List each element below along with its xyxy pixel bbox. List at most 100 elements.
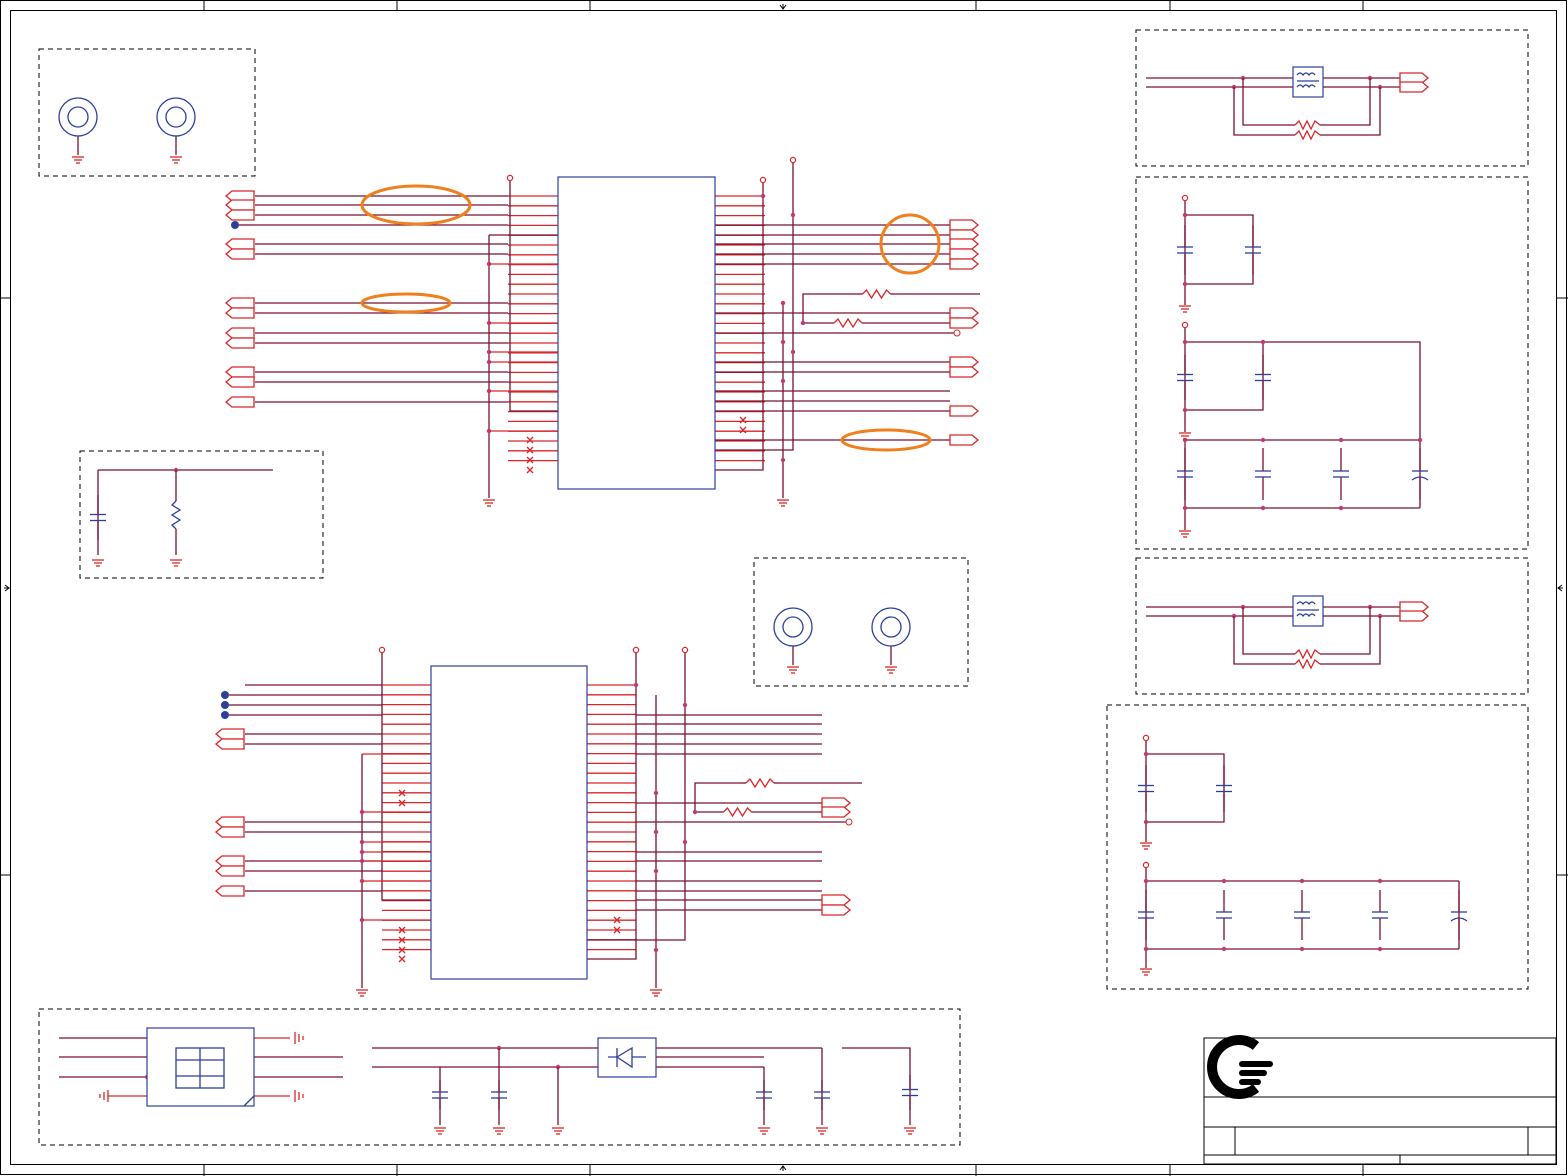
power-port bbox=[632, 646, 640, 654]
wire bbox=[381, 650, 431, 901]
junction-dot bbox=[790, 212, 796, 218]
ground-symbol bbox=[72, 156, 84, 164]
wire bbox=[1242, 78, 1295, 126]
no-connect-mark bbox=[739, 426, 747, 434]
off-page-connector bbox=[224, 209, 255, 221]
power-port bbox=[1142, 734, 1150, 742]
off-page-connector bbox=[224, 376, 255, 388]
capacitor bbox=[1372, 911, 1388, 919]
wire bbox=[1320, 87, 1381, 136]
off-page-connector bbox=[949, 366, 980, 378]
block-mounting-upper bbox=[38, 48, 256, 177]
junction-dot bbox=[1143, 751, 1149, 757]
junction-dot bbox=[682, 839, 688, 845]
junction-dot bbox=[653, 790, 659, 796]
block-decoupling-upper bbox=[1135, 176, 1529, 550]
off-page-connector bbox=[214, 855, 245, 867]
off-page-connector bbox=[214, 865, 245, 877]
junction-dot bbox=[1143, 878, 1149, 884]
test-point bbox=[221, 701, 229, 709]
wire bbox=[842, 1047, 911, 1125]
ground-symbol bbox=[777, 499, 789, 507]
functional-blocks bbox=[38, 29, 1529, 1146]
no-connect-mark bbox=[739, 416, 747, 424]
junction-dot bbox=[1143, 819, 1149, 825]
junction-dot bbox=[653, 829, 659, 835]
chassis-ground bbox=[99, 1090, 109, 1102]
power-port bbox=[1181, 321, 1189, 329]
off-page-connector bbox=[214, 816, 245, 828]
junction-dot bbox=[800, 320, 806, 326]
junction-dot bbox=[780, 457, 786, 463]
junction-dot bbox=[1417, 437, 1423, 443]
ground-symbol bbox=[493, 1127, 505, 1135]
wire bbox=[1320, 78, 1371, 126]
voltage-regulator bbox=[597, 1037, 657, 1078]
ground-symbol bbox=[758, 1127, 770, 1135]
no-connect-mark bbox=[526, 446, 534, 454]
center-mark-top bbox=[779, 4, 787, 10]
ground-symbol bbox=[1140, 842, 1152, 850]
wire bbox=[1185, 342, 1264, 411]
junction-dot bbox=[1182, 407, 1188, 413]
junction-dot bbox=[780, 300, 786, 306]
junction-dot bbox=[1377, 878, 1383, 884]
power-port bbox=[378, 646, 386, 654]
junction-dot bbox=[682, 702, 688, 708]
off-page-connector bbox=[949, 238, 980, 250]
off-page-connector bbox=[949, 307, 980, 319]
test-point bbox=[221, 691, 229, 699]
off-page-connector bbox=[224, 238, 255, 250]
mounting-hole bbox=[773, 607, 813, 647]
junction-dot bbox=[1182, 212, 1188, 218]
ic-lower-body[interactable] bbox=[430, 665, 588, 980]
junction-dot bbox=[653, 947, 659, 953]
resistor bbox=[1294, 129, 1321, 141]
off-page-connector bbox=[949, 317, 980, 329]
ground-symbol bbox=[434, 1127, 446, 1135]
off-page-connector bbox=[949, 356, 980, 368]
junction-dot bbox=[1338, 437, 1344, 443]
junction-dot bbox=[1299, 878, 1305, 884]
ground-symbol bbox=[170, 156, 182, 164]
junction-dot bbox=[790, 349, 796, 355]
mounting-hole bbox=[156, 97, 196, 137]
ground-symbol bbox=[552, 1127, 564, 1135]
off-page-connector bbox=[949, 258, 980, 270]
wire bbox=[1320, 607, 1371, 655]
capacitor bbox=[1294, 911, 1310, 919]
ground-symbol bbox=[1179, 305, 1191, 313]
junction-dot bbox=[780, 339, 786, 345]
no-connect-mark bbox=[526, 466, 534, 474]
ground-symbol bbox=[650, 989, 662, 997]
power-port bbox=[506, 174, 514, 182]
wire bbox=[715, 180, 764, 471]
power-port bbox=[1181, 194, 1189, 202]
off-page-connector bbox=[1399, 81, 1430, 93]
resistor bbox=[1294, 119, 1321, 131]
wire bbox=[1185, 341, 1421, 508]
off-page-connector bbox=[214, 885, 245, 897]
ic-upper-body[interactable] bbox=[557, 176, 716, 490]
chassis-ground bbox=[294, 1090, 304, 1102]
test-point-open bbox=[845, 818, 853, 826]
test-point bbox=[231, 221, 239, 229]
capacitor bbox=[1333, 470, 1349, 478]
junction-dot bbox=[1182, 505, 1188, 511]
block-decoupling-lower bbox=[1106, 704, 1529, 990]
wire bbox=[1185, 214, 1254, 285]
power-port bbox=[1142, 861, 1150, 869]
wire bbox=[587, 650, 637, 960]
wire bbox=[802, 293, 860, 323]
capacitor bbox=[1255, 470, 1271, 478]
junction-dot bbox=[1221, 878, 1227, 884]
wire bbox=[1242, 607, 1295, 655]
wire bbox=[715, 160, 794, 451]
off-page-connector bbox=[949, 405, 980, 417]
off-page-connector bbox=[224, 337, 255, 349]
mounting-hole bbox=[871, 607, 911, 647]
resistor bbox=[170, 500, 182, 530]
common-mode-choke bbox=[1292, 595, 1324, 627]
schematic-sheet bbox=[0, 0, 1568, 1176]
block-common-mode-upper bbox=[1135, 29, 1529, 167]
